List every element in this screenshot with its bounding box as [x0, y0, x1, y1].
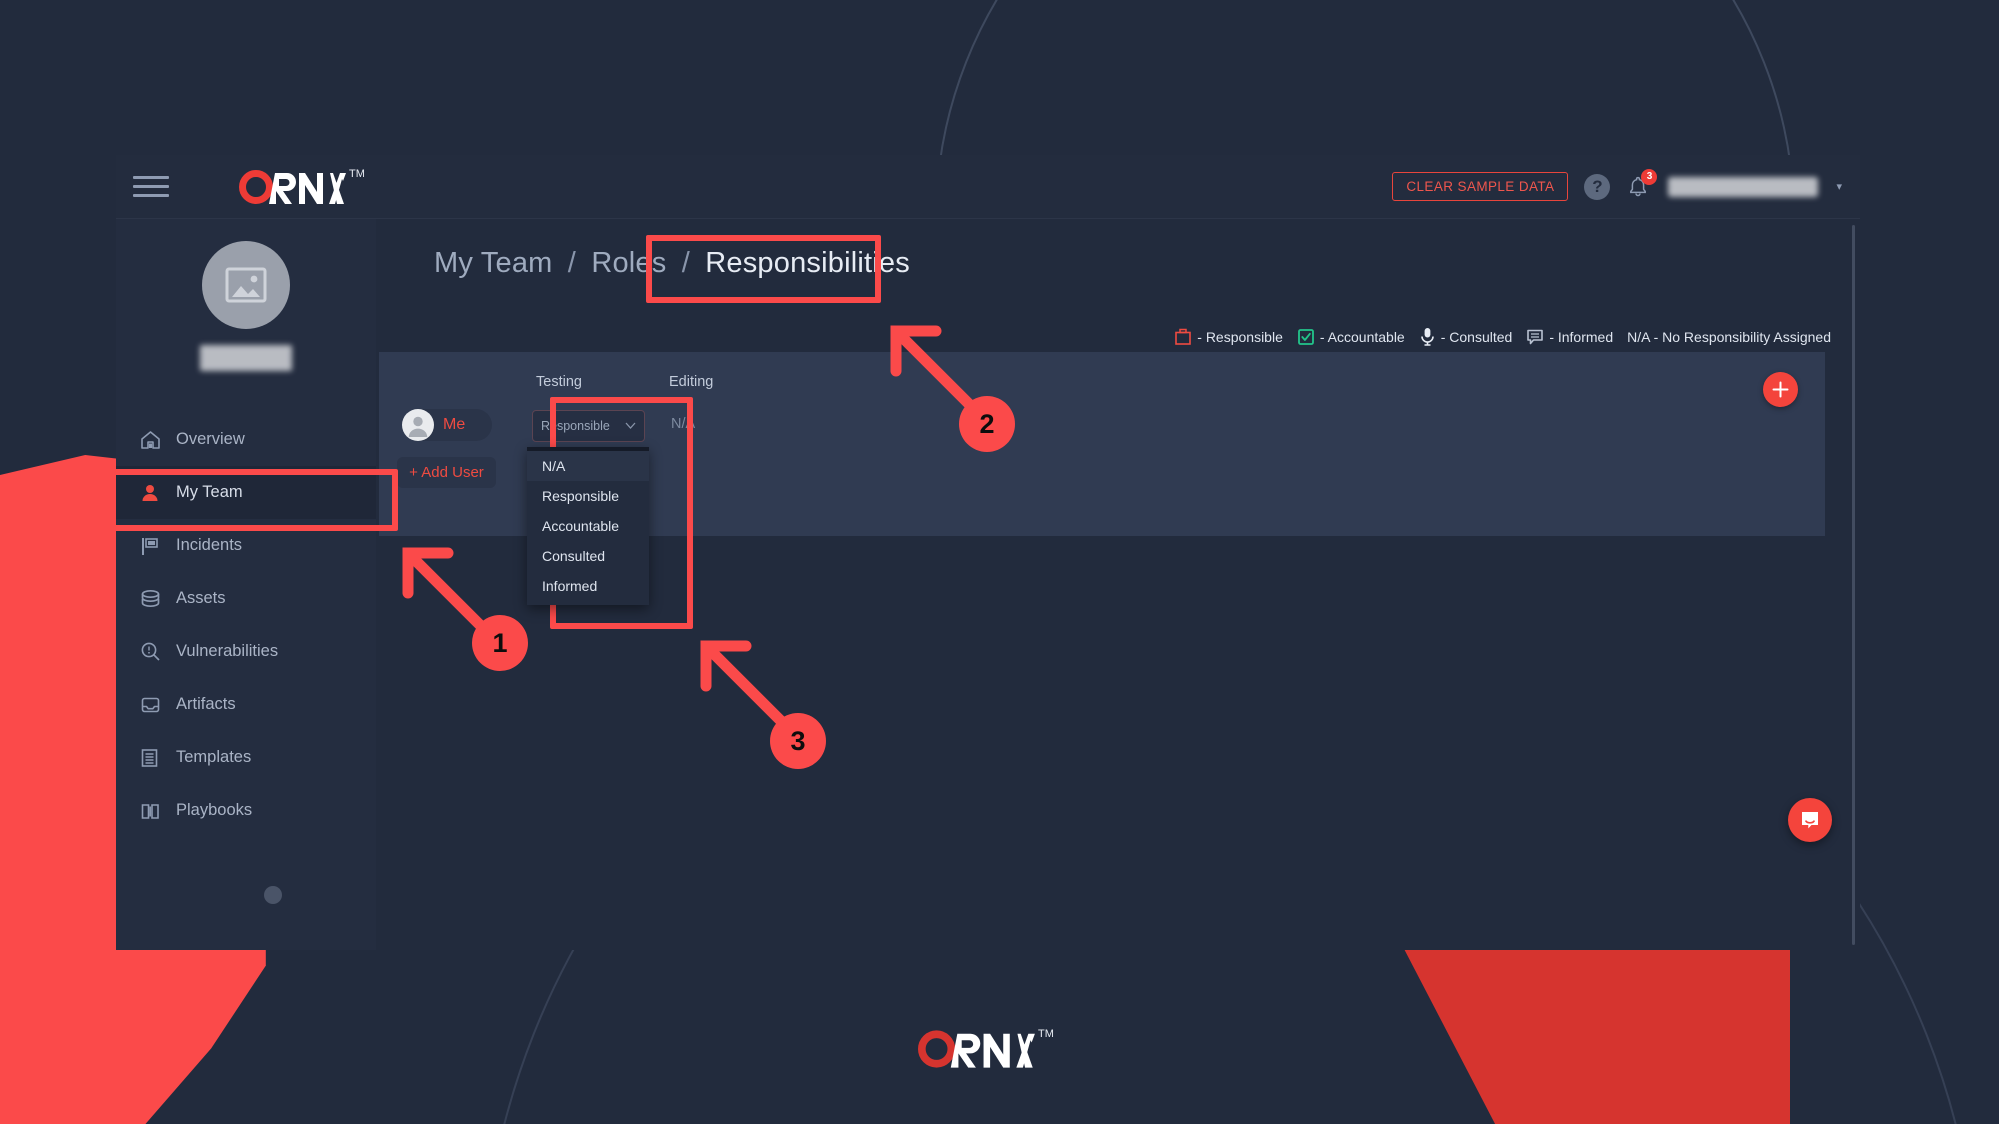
- legend-label: - Informed: [1549, 328, 1614, 345]
- legend-entry-responsible: - Responsible: [1174, 328, 1283, 346]
- plus-icon: [1772, 381, 1789, 398]
- sidebar-item-label: Incidents: [176, 536, 243, 554]
- sidebar-item-assets[interactable]: Assets: [116, 572, 376, 625]
- sidebar-item-label: My Team: [176, 483, 243, 501]
- person-icon: [140, 483, 176, 503]
- home-icon: [140, 430, 176, 450]
- chat-bubble-icon: [1802, 812, 1818, 829]
- legend-label: - Responsible: [1197, 328, 1283, 345]
- add-responsibility-button[interactable]: [1763, 372, 1798, 407]
- checkbox-icon: [1297, 328, 1314, 345]
- user-avatar-icon: [402, 409, 434, 441]
- user-name-label: Me: [443, 416, 466, 433]
- editing-responsibility-value[interactable]: N/A: [671, 416, 695, 432]
- dropdown-option-consulted[interactable]: Consulted: [527, 541, 649, 571]
- breadcrumb-item-responsibilities: Responsibilities: [705, 247, 910, 279]
- annotation-number-1: 1: [472, 615, 528, 671]
- account-email-redacted[interactable]: [1668, 176, 1819, 197]
- sidebar-item-overview[interactable]: Overview: [116, 413, 376, 466]
- dropdown-option-informed[interactable]: Informed: [527, 571, 649, 601]
- database-icon: [140, 589, 176, 609]
- column-header-editing: Editing: [669, 374, 714, 390]
- sidebar-item-vulnerabilities[interactable]: Vulnerabilities: [116, 625, 376, 678]
- legend-entry-accountable: - Accountable: [1297, 328, 1405, 346]
- sidebar-item-my-team[interactable]: My Team: [116, 466, 376, 519]
- speech-bubble-icon: [1527, 329, 1544, 344]
- profile-name-redacted: [200, 345, 292, 371]
- select-value: Responsible: [541, 419, 610, 433]
- sidebar-item-label: Artifacts: [176, 695, 236, 713]
- magnifier-alert-icon: [140, 641, 176, 662]
- dropdown-option-na[interactable]: N/A: [527, 451, 649, 481]
- chevron-down-icon: [625, 420, 636, 432]
- trademark-symbol: TM: [1038, 1028, 1054, 1040]
- sidebar-item-incidents[interactable]: Incidents: [116, 519, 376, 572]
- orna-logo: TM: [239, 167, 365, 204]
- chevron-down-icon[interactable]: ▾: [1836, 180, 1842, 193]
- orna-logo-mark: [239, 169, 346, 204]
- screenshot-root: TM CLEAR SAMPLE DATA ? 3 ▾ Overview My T…: [0, 0, 1999, 1124]
- sidebar: Overview My Team Incidents Assets Vulner…: [116, 219, 376, 950]
- breadcrumb-item-roles[interactable]: Roles: [591, 247, 666, 279]
- sidebar-item-label: Assets: [176, 589, 226, 607]
- annotation-number-2: 2: [959, 396, 1015, 452]
- sidebar-item-label: Overview: [176, 430, 245, 448]
- book-icon: [140, 801, 176, 821]
- legend-entry-consulted: - Consulted: [1419, 327, 1513, 346]
- image-placeholder-icon: [225, 267, 267, 303]
- sidebar-profile: [116, 219, 376, 371]
- responsibilities-panel: Testing Editing Me + Add User Responsibl…: [379, 352, 1825, 605]
- breadcrumb-separator: /: [681, 247, 690, 279]
- legend-entry-na: N/A - No Responsibility Assigned: [1627, 329, 1831, 345]
- add-user-button[interactable]: + Add User: [397, 457, 496, 488]
- microphone-icon: [1420, 328, 1434, 346]
- table-row-user-chip[interactable]: Me: [402, 409, 492, 441]
- main-content: My Team / Roles / Responsibilities - Res…: [376, 219, 1860, 950]
- top-bar-actions: CLEAR SAMPLE DATA ? 3 ▾: [1392, 168, 1860, 201]
- sidebar-item-label: Templates: [176, 748, 252, 766]
- sidebar-item-artifacts[interactable]: Artifacts: [116, 678, 376, 731]
- breadcrumb-separator: /: [567, 247, 577, 279]
- clear-sample-data-button[interactable]: CLEAR SAMPLE DATA: [1392, 172, 1569, 201]
- app-window: TM CLEAR SAMPLE DATA ? 3 ▾ Overview My T…: [116, 155, 1860, 950]
- chat-widget-button[interactable]: [1788, 798, 1832, 842]
- sidebar-item-templates[interactable]: Templates: [116, 731, 376, 784]
- legend-entry-informed: - Informed: [1526, 328, 1613, 346]
- column-header-testing: Testing: [536, 374, 582, 390]
- responsibility-dropdown-menu[interactable]: N/A Responsible Accountable Consulted In…: [527, 447, 649, 605]
- sidebar-item-label: Vulnerabilities: [176, 642, 279, 660]
- dropdown-option-accountable[interactable]: Accountable: [527, 511, 649, 541]
- notification-count-badge: 3: [1641, 168, 1658, 185]
- flag-icon: [140, 536, 176, 556]
- vertical-scrollbar[interactable]: [1852, 225, 1855, 945]
- legend-label: - Consulted: [1440, 328, 1513, 345]
- annotation-number-3: 3: [770, 713, 826, 769]
- footer-orna-logo: TM: [918, 1028, 1054, 1068]
- notifications-bell-button[interactable]: 3: [1626, 168, 1658, 201]
- breadcrumb: My Team / Roles / Responsibilities: [434, 247, 910, 280]
- document-list-icon: [140, 748, 176, 768]
- profile-avatar[interactable]: [202, 241, 290, 329]
- briefcase-icon: [1175, 328, 1192, 345]
- inbox-icon: [140, 695, 176, 715]
- breadcrumb-item-my-team[interactable]: My Team: [434, 247, 553, 279]
- orna-logo-mark: [918, 1030, 1035, 1068]
- trademark-symbol: TM: [349, 167, 365, 180]
- sidebar-scroll-dot: [264, 886, 282, 904]
- testing-responsibility-select[interactable]: Responsible: [532, 410, 645, 442]
- hamburger-icon[interactable]: [133, 172, 169, 202]
- sidebar-item-label: Playbooks: [176, 801, 253, 819]
- legend-label: N/A - No Responsibility Assigned: [1627, 328, 1831, 345]
- legend-label: - Accountable: [1319, 328, 1405, 345]
- top-bar: TM CLEAR SAMPLE DATA ? 3 ▾: [116, 155, 1860, 219]
- sidebar-nav: Overview My Team Incidents Assets Vulner…: [116, 413, 376, 837]
- help-icon[interactable]: ?: [1584, 173, 1611, 200]
- legend: - Responsible - Accountable - Consulted …: [1174, 327, 1838, 346]
- sidebar-item-playbooks[interactable]: Playbooks: [116, 784, 376, 837]
- dropdown-option-responsible[interactable]: Responsible: [527, 481, 649, 511]
